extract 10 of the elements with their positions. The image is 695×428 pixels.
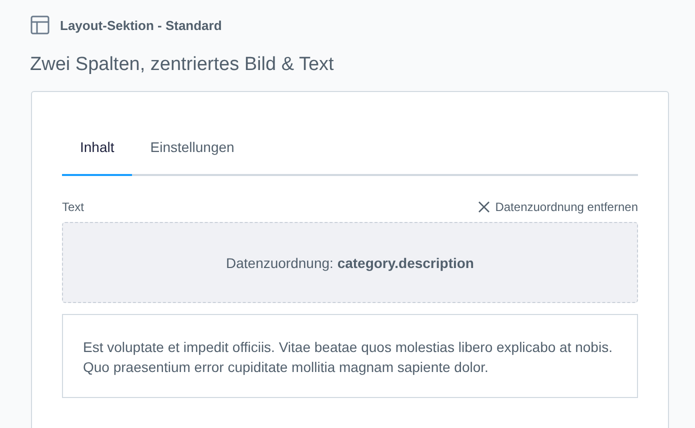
tab[interactable]: Einstellungen (132, 127, 252, 176)
data-mapping-text: Datenzuordnung: category.description (226, 254, 474, 270)
field-label: Text (62, 200, 84, 214)
section-title: Zwei Spalten, zentriertes Bild & Text (30, 54, 335, 77)
section-type-label: Layout-Sektion - Standard (60, 18, 222, 32)
close-icon (478, 201, 490, 213)
remove-mapping-link[interactable]: Datenzuordnung entfernen (478, 200, 638, 214)
tab[interactable]: Inhalt (62, 127, 132, 176)
text-preview: Est voluptate et impedit officiis. Vitae beatae quos molestias libero explicabo at nobis. Quo praesentium error cupiditate mollitia magnam sapiente dolor. (62, 314, 638, 398)
layout-icon (30, 15, 50, 35)
